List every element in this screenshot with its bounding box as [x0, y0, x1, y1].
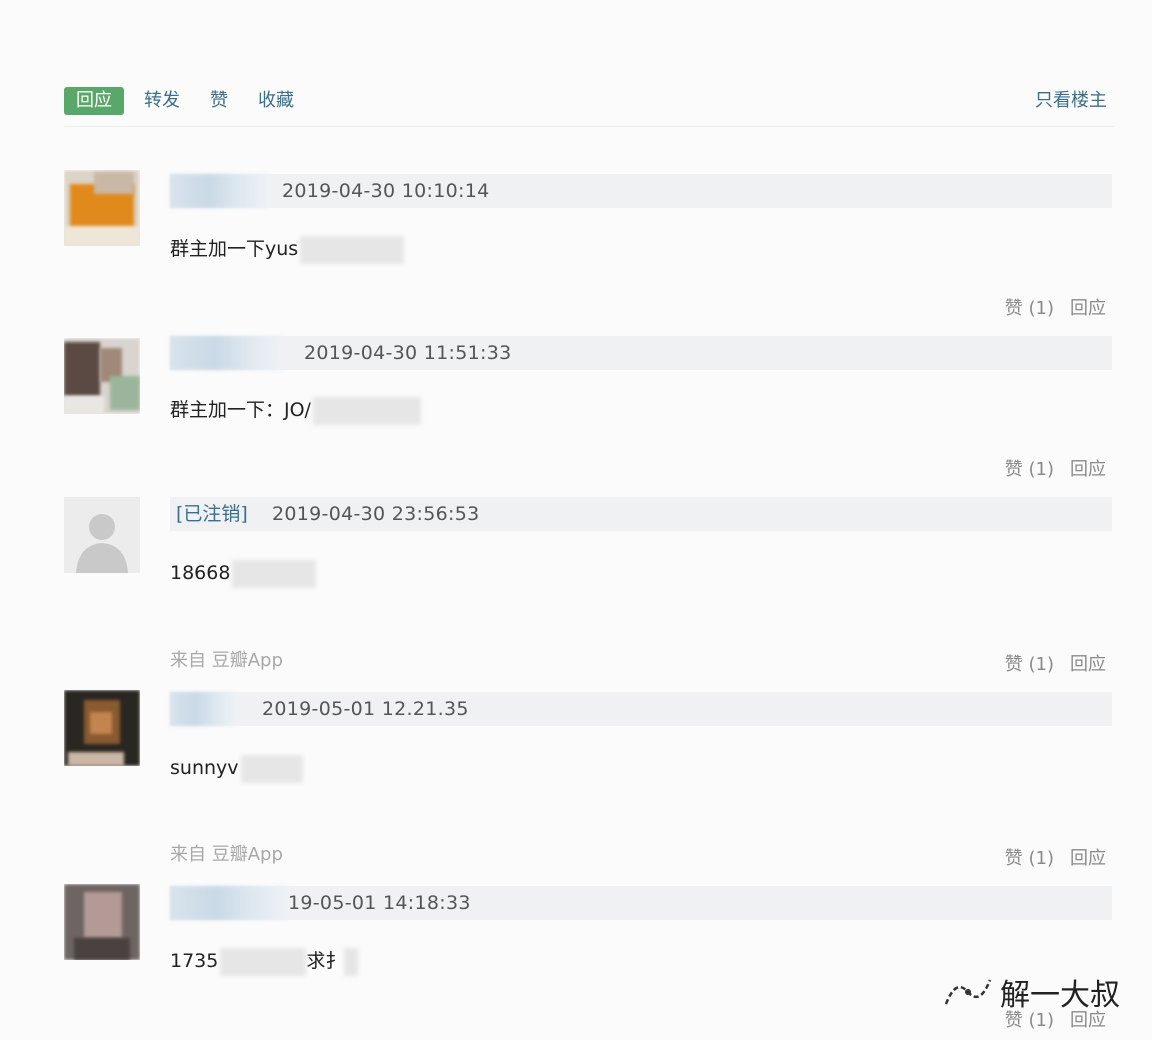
watermark-text: 解一大叔 — [1000, 978, 1120, 1013]
default-user-icon — [64, 497, 140, 573]
comment-actions: 赞 (1) 回应 — [1005, 652, 1106, 678]
comment-text: 18668 — [170, 558, 317, 588]
redacted-block — [312, 396, 421, 425]
username-redacted[interactable] — [170, 174, 268, 208]
timestamp: 2019-04-30 11:51:33 — [304, 342, 512, 364]
tab-reply[interactable]: 回应 — [64, 87, 124, 115]
reply-button[interactable]: 回应 — [1070, 296, 1106, 322]
redacted-block — [240, 754, 303, 783]
redacted-block — [344, 947, 359, 976]
post-action-tabs: 回应 转发 赞 收藏 — [64, 87, 324, 115]
redacted-block — [220, 947, 307, 976]
like-button[interactable]: 赞 (1) — [1005, 457, 1054, 483]
comment-actions: 赞 (1) 回应 — [1005, 457, 1106, 483]
source-label: 来自 豆瓣App — [170, 844, 283, 865]
watermark: 解一大叔 — [942, 970, 1120, 1014]
tab-forward[interactable]: 转发 — [144, 87, 180, 115]
comment-actions: 赞 (1) 回应 — [1005, 846, 1106, 872]
comment-text-visible: 1735 — [170, 950, 219, 972]
comment-text: 群主加一下：JO/ — [170, 395, 421, 425]
comment-header: 2019-05-01 12.21.35 — [170, 692, 1112, 726]
comment-header: [已注销] 2019-04-30 23:56:53 — [170, 497, 1112, 531]
like-button[interactable]: 赞 (1) — [1005, 652, 1054, 678]
avatar[interactable] — [64, 884, 140, 960]
only-op-link[interactable]: 只看楼主 — [1035, 87, 1107, 115]
avatar[interactable] — [64, 690, 140, 766]
source-label: 来自 豆瓣App — [170, 650, 283, 671]
reply-button[interactable]: 回应 — [1070, 652, 1106, 678]
deleted-user-tag[interactable]: [已注销] — [176, 500, 248, 528]
comment-header: 2019-04-30 10:10:14 — [170, 174, 1112, 208]
username-redacted[interactable] — [170, 692, 236, 726]
comment-actions: 赞 (1) 回应 — [1005, 296, 1106, 322]
comment-text-visible: sunnyv — [170, 757, 239, 779]
username-redacted[interactable] — [170, 336, 282, 370]
tab-collect[interactable]: 收藏 — [258, 87, 294, 115]
comment-header: 19-05-01 14:18:33 — [170, 886, 1112, 920]
redacted-block — [300, 235, 405, 264]
comment-text: sunnyv — [170, 753, 303, 783]
tab-like[interactable]: 赞 — [210, 87, 228, 115]
comment-text-visible: 群主加一下：JO/ — [170, 399, 311, 421]
avatar[interactable] — [64, 497, 140, 573]
wechat-channel-icon — [944, 979, 992, 1005]
like-button[interactable]: 赞 (1) — [1005, 846, 1054, 872]
comment-text-visible: 群主加一下yus — [170, 238, 299, 260]
timestamp: 19-05-01 14:18:33 — [288, 892, 471, 914]
redacted-block — [232, 559, 317, 588]
avatar[interactable] — [64, 170, 140, 246]
reply-button[interactable]: 回应 — [1070, 457, 1106, 483]
comment-text: 1735 求扌 — [170, 946, 359, 976]
comment-header: 2019-04-30 11:51:33 — [170, 336, 1112, 370]
timestamp: 2019-05-01 12.21.35 — [262, 698, 469, 720]
avatar[interactable] — [64, 338, 140, 414]
comment-text: 群主加一下yus — [170, 234, 405, 264]
comment-text-visible: 18668 — [170, 562, 231, 584]
divider — [64, 126, 1114, 127]
comment-text-tail: 求扌 — [306, 950, 345, 972]
username-redacted[interactable] — [170, 886, 288, 920]
like-button[interactable]: 赞 (1) — [1005, 296, 1054, 322]
reply-button[interactable]: 回应 — [1070, 846, 1106, 872]
timestamp: 2019-04-30 23:56:53 — [272, 503, 480, 525]
timestamp: 2019-04-30 10:10:14 — [282, 180, 490, 202]
